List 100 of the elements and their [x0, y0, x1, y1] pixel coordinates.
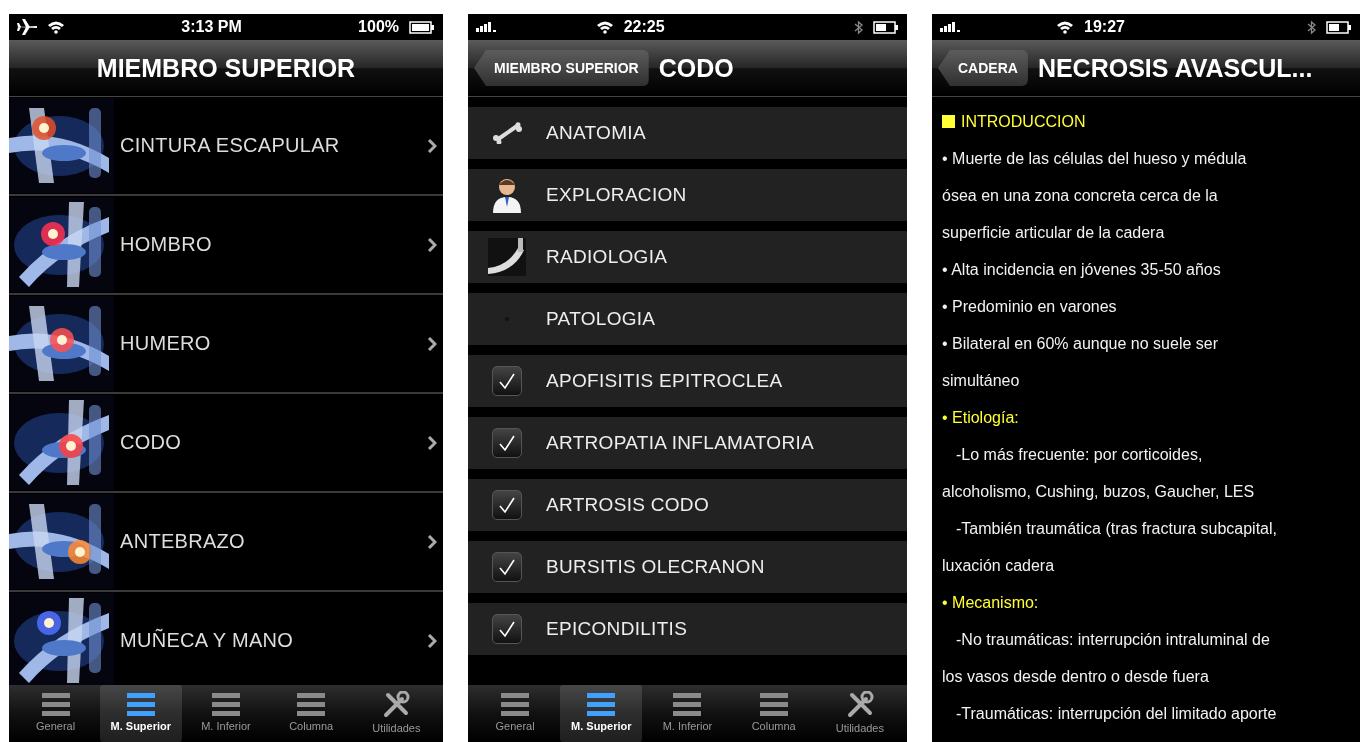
checkbox[interactable] — [492, 366, 522, 396]
list-row[interactable]: RADIOLOGIA — [468, 231, 907, 283]
tab[interactable]: M. Inferior — [646, 685, 729, 742]
row-label: APOFISITIS EPITROCLEA — [546, 370, 783, 392]
list-row[interactable]: BURSITIS OLECRANON — [468, 541, 907, 593]
chevron-icon — [427, 435, 437, 450]
bluetooth-icon — [854, 19, 863, 35]
row-label: HUMERO — [119, 332, 212, 355]
list-row[interactable]: ARTROSIS CODO — [468, 479, 907, 531]
signal-icon — [476, 22, 496, 32]
tab[interactable]: Utilidades — [818, 685, 901, 742]
airplane-icon — [17, 19, 37, 35]
check-icon — [498, 496, 516, 514]
article-text: • Muerte de las células del hueso y médula — [942, 149, 1247, 168]
article-text: simultáneo — [942, 371, 1020, 390]
list-icon — [587, 691, 616, 717]
menu-row[interactable]: CODO — [9, 394, 443, 493]
nav-title: NECROSIS AVASCUL... — [1037, 53, 1313, 83]
square-icon — [942, 115, 955, 128]
chevron-icon — [427, 336, 437, 351]
chevron-icon — [427, 534, 437, 549]
tab[interactable]: M. Superior — [99, 685, 182, 742]
menu-row[interactable]: HUMERO — [9, 295, 443, 394]
check-icon — [498, 620, 516, 638]
row-label: ARTROSIS CODO — [546, 494, 709, 516]
row-label: EPICONDILITIS — [546, 618, 688, 640]
row-label: PATOLOGIA — [546, 308, 656, 330]
article-text: -También traumática (tras fractura subcapital, — [956, 519, 1277, 538]
status-time: 19:27 — [1084, 18, 1125, 36]
list-row[interactable]: PATOLOGIA — [468, 293, 907, 345]
menu-row[interactable]: HOMBRO — [9, 196, 443, 295]
list-row[interactable]: ARTROPATIA INFLAMATORIA — [468, 417, 907, 469]
article-text: INTRODUCCION — [961, 112, 1086, 131]
nav-title: CODO — [658, 53, 734, 83]
row-label: ANTEBRAZO — [119, 530, 246, 553]
article-text: ósea en una zona concreta cerca de la — [942, 186, 1218, 205]
tab[interactable]: General — [14, 685, 97, 742]
tab[interactable]: General — [474, 685, 557, 742]
row-label: BURSITIS OLECRANON — [546, 556, 765, 578]
tools-icon — [845, 691, 874, 719]
wifi-icon — [1056, 20, 1075, 34]
chevron-icon — [427, 633, 437, 648]
tab[interactable]: Columna — [270, 685, 353, 742]
article-text: alcoholismo, Cushing, buzos, Gaucher, LES — [942, 482, 1255, 501]
battery-icon — [1326, 20, 1352, 34]
article-text: • Bilateral en 60% aunque no suele ser — [942, 334, 1218, 353]
list-icon — [759, 691, 788, 717]
checkbox[interactable] — [492, 614, 522, 644]
article-text: los vasos desde dentro o desde fuera — [942, 667, 1209, 686]
list-row[interactable]: EXPLORACION — [468, 169, 907, 221]
status-time: 3:13 PM — [181, 18, 242, 36]
row-label: MUÑECA Y MANO — [119, 629, 295, 652]
check-icon — [498, 372, 516, 390]
list-icon — [673, 691, 702, 717]
article-text: • Alta incidencia en jóvenes 35-50 años — [942, 260, 1221, 279]
checkbox[interactable] — [492, 428, 522, 458]
tab[interactable]: M. Inferior — [184, 685, 267, 742]
list-icon — [41, 691, 70, 717]
list-row[interactable]: EPICONDILITIS — [468, 603, 907, 655]
check-icon — [498, 558, 516, 576]
row-label: RADIOLOGIA — [546, 246, 668, 268]
row-label: ANATOMIA — [546, 122, 646, 144]
row-label: EXPLORACION — [546, 184, 687, 206]
bone-icon — [492, 122, 522, 144]
menu-row[interactable]: ANTEBRAZO — [9, 493, 443, 592]
battery-icon — [409, 20, 435, 34]
article-text: -Traumáticas: interrupción del limitado aporte — [956, 704, 1277, 723]
article-text: • Predominio en varones — [942, 297, 1117, 316]
checkbox[interactable] — [492, 552, 522, 582]
signal-icon — [940, 22, 960, 32]
article-text: • Mecanismo: — [942, 593, 1039, 612]
row-label: CODO — [119, 431, 183, 454]
back-button[interactable]: MIEMBRO SUPERIOR — [474, 50, 649, 86]
list-icon — [501, 691, 530, 717]
doctor-icon — [492, 177, 522, 213]
list-row[interactable]: ANATOMIA — [468, 107, 907, 159]
chevron-icon — [427, 237, 437, 252]
list-icon — [297, 691, 326, 717]
nav-title: MIEMBRO SUPERIOR — [96, 53, 356, 83]
article-text: luxación cadera — [942, 556, 1055, 575]
article-text: -Lo más frecuente: por corticoides, — [956, 445, 1203, 464]
menu-row[interactable]: CINTURA ESCAPULAR — [9, 97, 443, 196]
list-row[interactable]: APOFISITIS EPITROCLEA — [468, 355, 907, 407]
tab[interactable]: M. Superior — [560, 685, 643, 742]
status-time: 22:25 — [623, 18, 665, 36]
list-icon — [126, 691, 155, 717]
row-label: HOMBRO — [119, 233, 213, 256]
check-icon — [498, 434, 516, 452]
row-label: ARTROPATIA INFLAMATORIA — [546, 432, 815, 454]
wifi-icon — [595, 20, 614, 34]
article-text: -No traumáticas: interrupción intraluminal de — [956, 630, 1270, 649]
checkbox[interactable] — [492, 490, 522, 520]
bluetooth-icon — [1307, 19, 1316, 35]
list-icon — [211, 691, 240, 717]
back-button[interactable]: CADERA — [938, 50, 1028, 86]
row-label: CINTURA ESCAPULAR — [119, 134, 341, 157]
tab[interactable]: Columna — [732, 685, 815, 742]
tab[interactable]: Utilidades — [355, 685, 438, 742]
chevron-icon — [427, 138, 437, 153]
tools-icon — [382, 691, 411, 719]
